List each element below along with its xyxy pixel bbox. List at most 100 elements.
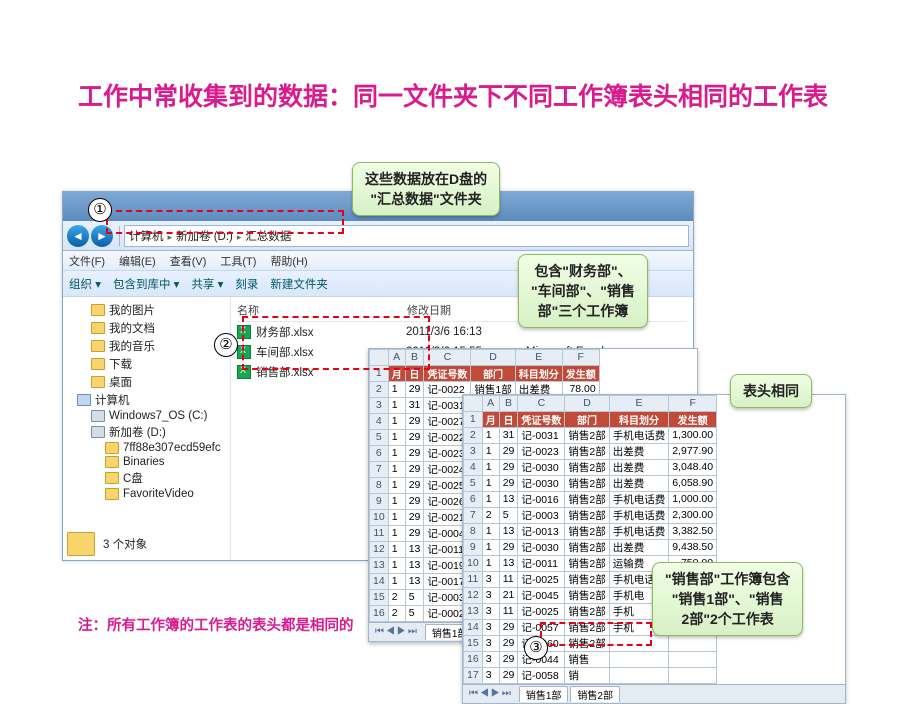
table-cell[interactable]: 记-0025 <box>518 603 565 619</box>
table-cell[interactable]: 11 <box>499 603 518 619</box>
table-cell[interactable]: 手机电话费 <box>609 491 669 507</box>
table-cell[interactable]: 29 <box>499 443 518 459</box>
table-cell[interactable]: 29 <box>499 667 518 683</box>
table-cell[interactable]: 3 <box>482 619 499 635</box>
table-cell[interactable]: 1 <box>482 523 499 539</box>
table-cell[interactable]: 1 <box>388 397 405 413</box>
table-cell[interactable]: 1 <box>482 555 499 571</box>
table-cell[interactable]: 1 <box>388 461 405 477</box>
table-cell[interactable]: 3 <box>482 587 499 603</box>
table-cell[interactable]: 1 <box>388 429 405 445</box>
table-cell[interactable]: 销售2部 <box>565 491 609 507</box>
table-cell[interactable]: 1 <box>388 525 405 541</box>
table-cell[interactable]: 29 <box>499 651 518 667</box>
table-cell[interactable]: 21 <box>499 587 518 603</box>
sheet-nav-icon[interactable]: ⏮◀▶⏭ <box>375 626 419 637</box>
table-cell[interactable]: 销售2部 <box>565 507 609 523</box>
table-cell[interactable]: 31 <box>405 397 424 413</box>
forward-button[interactable]: ► <box>91 225 113 247</box>
table-cell[interactable] <box>609 667 669 683</box>
table-cell[interactable]: 3,048.40 <box>669 459 717 475</box>
table-cell[interactable]: 3 <box>482 651 499 667</box>
table-cell[interactable]: 3,382.50 <box>669 523 717 539</box>
table-cell[interactable]: 出差费 <box>609 443 669 459</box>
table-cell[interactable]: 3 <box>482 635 499 651</box>
table-cell[interactable]: 销售2部 <box>565 459 609 475</box>
table-cell[interactable]: 销售2部 <box>565 539 609 555</box>
toolbar-burn[interactable]: 刻录 <box>235 276 258 292</box>
table-cell[interactable]: 6,058.90 <box>669 475 717 491</box>
table-cell[interactable]: 2 <box>388 589 405 605</box>
table-cell[interactable]: 1 <box>388 509 405 525</box>
table-cell[interactable]: 3 <box>482 667 499 683</box>
table-cell[interactable]: 出差费 <box>609 539 669 555</box>
table-cell[interactable]: 13 <box>499 491 518 507</box>
table-cell[interactable]: 销售2部 <box>565 635 609 651</box>
toolbar-share[interactable]: 共享 ▾ <box>191 276 223 292</box>
explorer-tree[interactable]: 我的图片我的文档我的音乐下载桌面计算机Windows7_OS (C:)新加卷 (… <box>63 297 231 560</box>
table-cell[interactable]: 13 <box>405 557 424 573</box>
table-cell[interactable]: 9,438.50 <box>669 539 717 555</box>
table-cell[interactable]: 记-0013 <box>518 523 565 539</box>
table-cell[interactable]: 13 <box>405 573 424 589</box>
tree-item[interactable]: Windows7_OS (C:) <box>63 409 230 423</box>
table-cell[interactable]: 记-0058 <box>518 667 565 683</box>
table-cell[interactable]: 手机电话费 <box>609 507 669 523</box>
table-cell[interactable]: 1 <box>482 539 499 555</box>
table-cell[interactable]: 29 <box>405 477 424 493</box>
table-cell[interactable]: 1 <box>482 475 499 491</box>
table-cell[interactable]: 1 <box>482 427 499 443</box>
tree-item[interactable]: 我的文档 <box>63 319 230 337</box>
breadcrumb[interactable]: 计算机 新加卷 (D:) 汇总数据 <box>124 225 689 247</box>
table-cell[interactable]: 记-0030 <box>518 459 565 475</box>
table-cell[interactable]: 2 <box>482 507 499 523</box>
menu-tools[interactable]: 工具(T) <box>220 253 256 269</box>
table-cell[interactable]: 1 <box>388 413 405 429</box>
table-cell[interactable] <box>669 635 717 651</box>
table-cell[interactable]: 3 <box>482 603 499 619</box>
table-cell[interactable]: 记-0003 <box>518 507 565 523</box>
table-cell[interactable]: 记-0023 <box>518 443 565 459</box>
table-cell[interactable] <box>669 667 717 683</box>
table-cell[interactable]: 29 <box>405 493 424 509</box>
table-cell[interactable]: 1 <box>482 459 499 475</box>
toolbar-include[interactable]: 包含到库中 ▾ <box>113 276 179 292</box>
table-cell[interactable]: 29 <box>499 459 518 475</box>
table-cell[interactable]: 29 <box>405 429 424 445</box>
table-cell[interactable]: 1 <box>482 443 499 459</box>
table-cell[interactable]: 销售2部 <box>565 571 609 587</box>
table-cell[interactable]: 29 <box>405 509 424 525</box>
menu-edit[interactable]: 编辑(E) <box>119 253 156 269</box>
table-cell[interactable]: 销售 <box>565 651 609 667</box>
table-cell[interactable]: 1 <box>388 381 405 397</box>
table-cell[interactable]: 记-0045 <box>518 587 565 603</box>
toolbar-organize[interactable]: 组织 ▾ <box>69 276 101 292</box>
tree-item[interactable]: Binaries <box>63 455 230 469</box>
table-cell[interactable]: 5 <box>405 605 424 621</box>
table-cell[interactable]: 31 <box>499 427 518 443</box>
tree-item[interactable]: 我的音乐 <box>63 337 230 355</box>
table-cell[interactable]: 销售2部 <box>565 443 609 459</box>
table-cell[interactable]: 13 <box>405 541 424 557</box>
table-cell[interactable]: 29 <box>405 461 424 477</box>
table-cell[interactable]: 13 <box>499 555 518 571</box>
table-cell[interactable]: 销售2部 <box>565 475 609 491</box>
table-cell[interactable]: 2,977.90 <box>669 443 717 459</box>
table-cell[interactable]: 记-0025 <box>518 571 565 587</box>
table-cell[interactable]: 记-0031 <box>518 427 565 443</box>
tree-item[interactable]: FavoriteVideo <box>63 487 230 501</box>
tree-item[interactable]: 新加卷 (D:) <box>63 423 230 441</box>
table-cell[interactable]: 1 <box>482 491 499 507</box>
table-cell[interactable]: 出差费 <box>609 459 669 475</box>
table-cell[interactable]: 2,300.00 <box>669 507 717 523</box>
table-cell[interactable]: 29 <box>405 445 424 461</box>
table-cell[interactable]: 记-0057 <box>518 619 565 635</box>
table-cell[interactable]: 1,300.00 <box>669 427 717 443</box>
tree-item[interactable]: 我的图片 <box>63 301 230 319</box>
table-cell[interactable] <box>609 635 669 651</box>
table-cell[interactable]: 1 <box>388 557 405 573</box>
table-cell[interactable]: 1 <box>388 573 405 589</box>
table-cell[interactable]: 29 <box>499 619 518 635</box>
table-cell[interactable]: 记-0011 <box>518 555 565 571</box>
table-cell[interactable]: 2 <box>388 605 405 621</box>
